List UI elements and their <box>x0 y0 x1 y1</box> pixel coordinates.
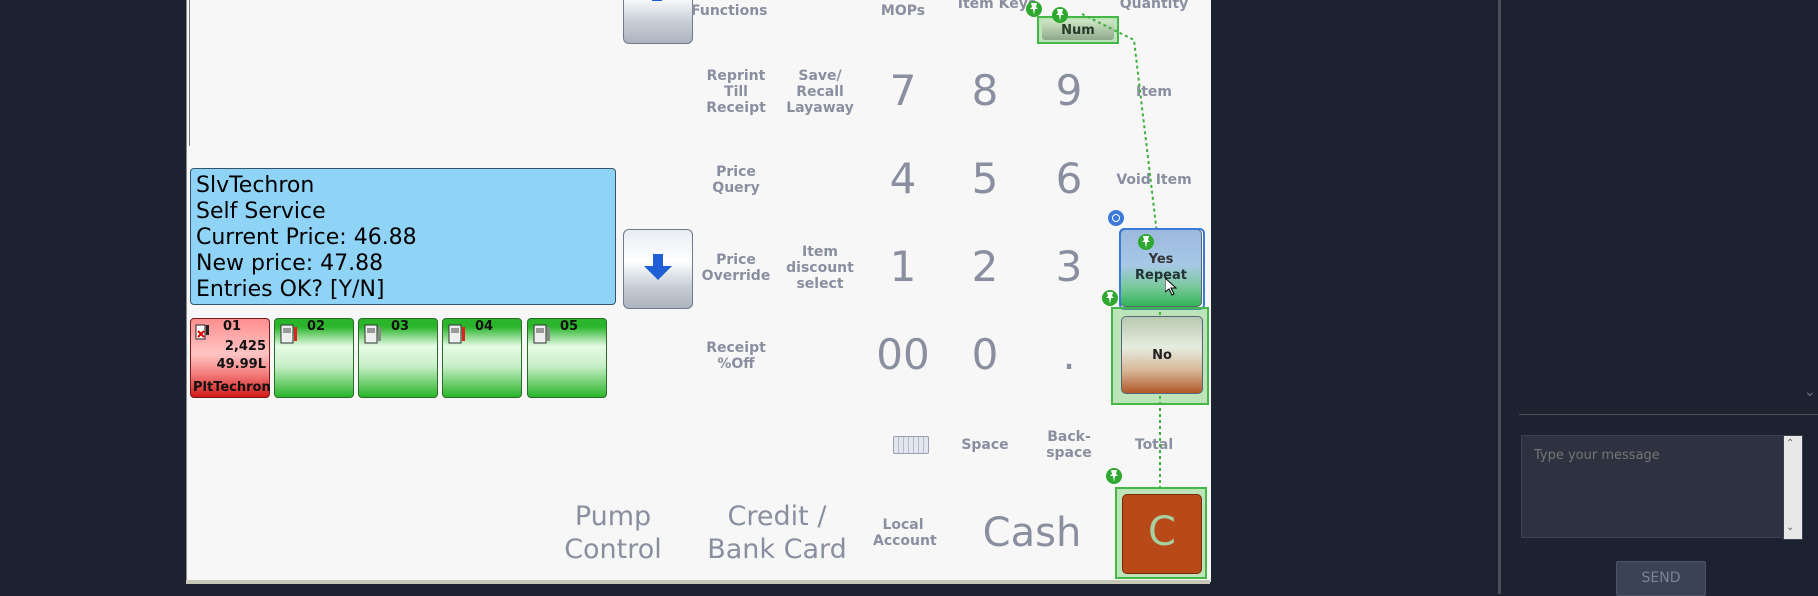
pin-icon <box>1102 290 1118 306</box>
mouse-cursor-icon <box>1164 276 1178 300</box>
chevron-down-icon[interactable]: ⌄ <box>1804 384 1816 400</box>
yes-repeat-button[interactable]: Yes Repeat <box>1119 228 1205 310</box>
pump-volume: 2,425 <box>224 339 266 354</box>
clear-button[interactable]: C <box>1122 494 1202 574</box>
target-pin-icon <box>1108 210 1124 226</box>
down-arrow-icon <box>644 254 672 280</box>
pump-number: 05 <box>560 319 579 334</box>
price-change-dialog: SlvTechron Self Service Current Price: 4… <box>190 168 616 305</box>
yes-label: Yes <box>1148 252 1174 267</box>
pin-icon <box>1138 234 1154 250</box>
pump-number: 04 <box>475 319 494 334</box>
item-keys-key[interactable]: Item Keys <box>957 0 1037 12</box>
pump-04[interactable]: 04 <box>442 318 522 398</box>
pump-01[interactable]: 01 2,425 49.99L PltTechron <box>190 318 271 398</box>
send-button[interactable]: SEND <box>1616 561 1706 596</box>
local-account-key[interactable]: Local Account <box>873 517 937 549</box>
price-override-key[interactable]: Price Override <box>701 252 771 284</box>
info-line-product: SlvTechron <box>196 173 315 198</box>
space-key[interactable]: Space <box>955 437 1015 453</box>
digit-2-key[interactable]: 2 <box>955 242 1015 291</box>
pin-icon <box>1106 468 1122 484</box>
digit-1-key[interactable]: 1 <box>873 242 933 291</box>
pump-number: 01 <box>223 319 242 334</box>
digit-00-key[interactable]: 00 <box>873 330 933 379</box>
digit-7-key[interactable]: 7 <box>873 66 933 115</box>
fuel-pump-alert-icon <box>194 321 212 347</box>
save-recall-layaway-key[interactable]: Save/ Recall Layaway <box>783 68 857 116</box>
pin-icon <box>1052 7 1068 23</box>
repeat-label: Repeat <box>1135 268 1187 283</box>
item-discount-select-key[interactable]: Item discount select <box>783 244 857 292</box>
pump-product: PltTechron <box>193 380 271 395</box>
scroll-up-button[interactable] <box>623 0 693 44</box>
chat-panel-divider <box>1519 414 1818 415</box>
digit-5-key[interactable]: 5 <box>955 154 1015 203</box>
scroll-down-button[interactable] <box>623 229 693 309</box>
pump-number: 02 <box>307 319 326 334</box>
receipt-percent-off-key[interactable]: Receipt %Off <box>701 340 771 372</box>
info-line-new-price: New price: 47.88 <box>196 251 384 276</box>
chevron-down-icon[interactable]: ⌄ <box>1786 522 1794 533</box>
functions-key[interactable]: Functions <box>691 3 768 19</box>
pump-control-key[interactable]: Pump Control <box>547 500 679 566</box>
info-line-service: Self Service <box>196 199 326 224</box>
keyboard-icon[interactable] <box>893 436 929 454</box>
pump-02[interactable]: 02 <box>274 318 354 398</box>
fuel-pump-icon <box>531 321 555 351</box>
divider-line <box>189 0 190 146</box>
fuel-pump-icon <box>362 321 386 351</box>
info-line-confirm-prompt: Entries OK? [Y/N] <box>196 277 385 302</box>
target-pin-dot <box>1112 214 1120 222</box>
chevron-up-icon[interactable]: ⌃ <box>1786 438 1794 449</box>
reprint-till-receipt-key[interactable]: Reprint Till Receipt <box>701 68 771 116</box>
digit-0-key[interactable]: 0 <box>955 330 1015 379</box>
fuel-pump-icon <box>278 321 302 351</box>
pump-03[interactable]: 03 <box>358 318 438 398</box>
pump-number: 03 <box>391 319 410 334</box>
credit-bank-card-key[interactable]: Credit / Bank Card <box>697 500 857 566</box>
no-button[interactable]: No <box>1121 316 1203 394</box>
mops-key[interactable]: MOPs <box>873 3 933 19</box>
fuel-pump-icon <box>446 321 470 351</box>
clear-label: C <box>1148 509 1176 555</box>
pin-icon <box>1026 1 1042 17</box>
digit-8-key[interactable]: 8 <box>955 66 1015 115</box>
info-line-current-price: Current Price: 46.88 <box>196 225 417 250</box>
message-input[interactable] <box>1521 435 1784 538</box>
price-query-key[interactable]: Price Query <box>701 164 771 196</box>
pump-litres: 49.99L <box>216 357 266 372</box>
no-label: No <box>1152 348 1172 363</box>
message-scrollbar[interactable]: ⌃ ⌄ <box>1783 435 1803 540</box>
pump-05[interactable]: 05 <box>527 318 607 398</box>
digit-4-key[interactable]: 4 <box>873 154 933 203</box>
